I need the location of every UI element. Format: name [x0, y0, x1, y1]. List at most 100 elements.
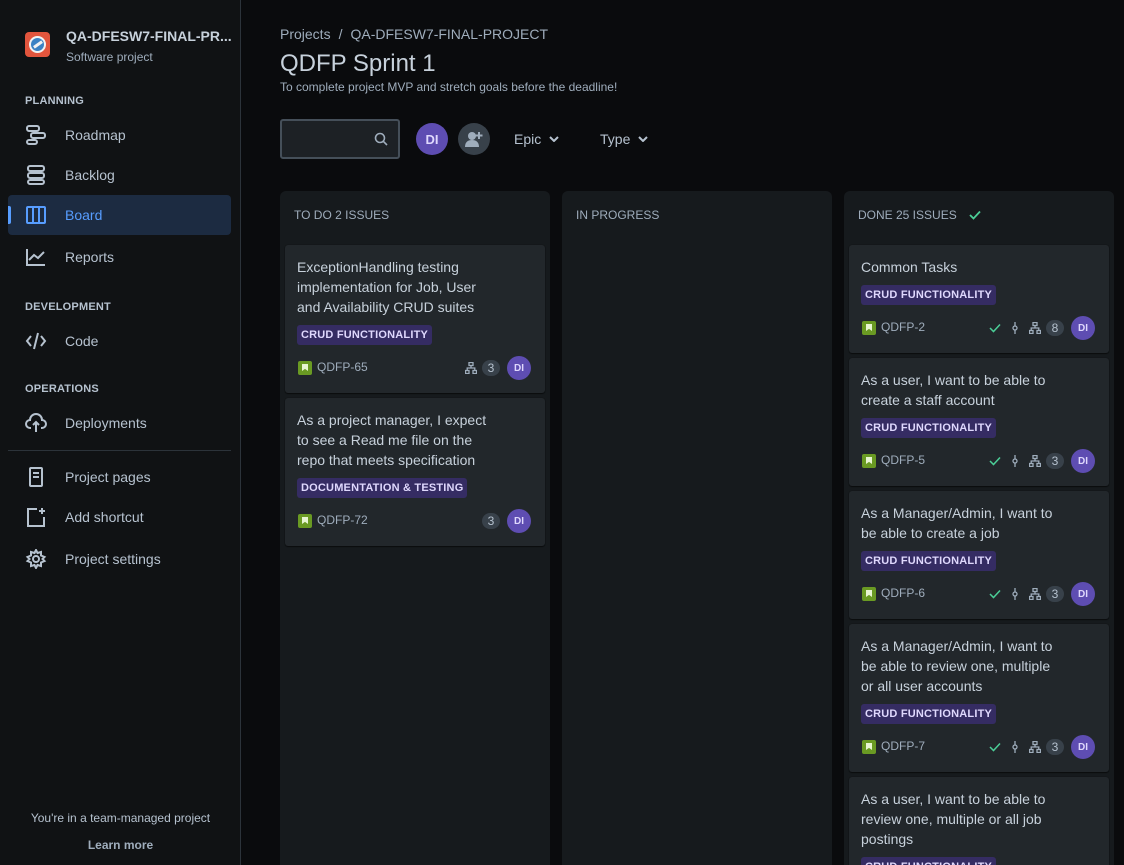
epic-label: CRUD FUNCTIONALITY: [861, 857, 997, 865]
assignee-avatar[interactable]: DI: [1071, 449, 1095, 473]
issue-key[interactable]: QDFP-72: [317, 513, 368, 527]
issue-card[interactable]: ExceptionHandling testing implementation…: [285, 245, 545, 393]
sidebar: QA-DFESW7-FINAL-PR... Software project P…: [0, 0, 241, 865]
sidebar-item-label: Roadmap: [65, 127, 126, 143]
subtask-count: 3: [1046, 586, 1064, 602]
issue-title: As a user, I want to be able to create a…: [861, 372, 1046, 408]
learn-more-link[interactable]: Learn more: [0, 838, 241, 852]
sidebar-item-label: Deployments: [65, 415, 147, 431]
reports-icon: [26, 249, 45, 266]
epic-label: DOCUMENTATION & TESTING: [297, 478, 468, 498]
search-input[interactable]: [280, 119, 400, 159]
commit-icon: [1012, 322, 1018, 334]
project-name: QA-DFESW7-FINAL-PR...: [66, 28, 232, 44]
page-title: QDFP Sprint 1: [280, 50, 436, 77]
assignee-avatar[interactable]: DI: [1071, 582, 1095, 606]
subtask-count: 3: [482, 360, 500, 376]
sidebar-item-label: Reports: [65, 249, 115, 265]
sidebar-item-label: Code: [65, 333, 99, 349]
subtask-count: 3: [1046, 739, 1064, 755]
sidebar-item-reports[interactable]: Reports: [8, 237, 231, 277]
section-operations: OPERATIONS: [25, 383, 99, 395]
issue-key[interactable]: QDFP-5: [881, 453, 925, 467]
epic-label: CRUD FUNCTIONALITY: [861, 704, 997, 724]
story-icon: [298, 514, 312, 528]
sidebar-item-project-pages[interactable]: Project pages: [8, 457, 231, 497]
project-header[interactable]: QA-DFESW7-FINAL-PR... Software project: [25, 28, 232, 64]
sidebar-item-project-settings[interactable]: Project settings: [8, 539, 231, 579]
sidebar-item-deployments[interactable]: Deployments: [8, 403, 231, 443]
story-icon: [298, 361, 312, 375]
column-title: IN PROGRESS: [576, 208, 660, 222]
breadcrumb-projects[interactable]: Projects: [280, 26, 331, 42]
avatar[interactable]: DI: [416, 123, 448, 155]
issue-key[interactable]: QDFP-7: [881, 739, 925, 753]
search-icon: [374, 132, 388, 146]
epic-filter[interactable]: Epic: [514, 123, 559, 155]
section-planning: PLANNING: [25, 95, 85, 107]
issue-card[interactable]: As a Manager/Admin, I want to be able to…: [849, 491, 1109, 619]
issue-title: Common Tasks: [861, 259, 958, 275]
team-managed-note: You're in a team-managed project: [30, 811, 211, 825]
story-icon: [862, 454, 876, 468]
breadcrumb-current[interactable]: QA-DFESW7-FINAL-PROJECT: [350, 26, 548, 42]
assignee-avatar[interactable]: DI: [1071, 735, 1095, 759]
column-header: DONE 25 ISSUES: [858, 208, 981, 222]
sidebar-item-label: Board: [65, 207, 103, 223]
column-title: TO DO 2 ISSUES: [294, 208, 390, 222]
issue-title: As a Manager/Admin, I want to be able to…: [861, 638, 1053, 694]
issue-title: As a user, I want to be able to review o…: [861, 791, 1046, 847]
issue-key[interactable]: QDFP-6: [881, 586, 925, 600]
backlog-icon: [27, 165, 45, 185]
issue-title: As a Manager/Admin, I want to be able to…: [861, 505, 1053, 541]
epic-label: CRUD FUNCTIONALITY: [861, 418, 997, 438]
page-icon: [29, 467, 43, 487]
project-avatar: [25, 32, 50, 57]
issue-card[interactable]: As a user, I want to be able to review o…: [849, 777, 1109, 865]
epic-label: CRUD FUNCTIONALITY: [861, 285, 997, 305]
issue-card[interactable]: As a project manager, I expect to see a …: [285, 398, 545, 546]
roadmap-icon: [26, 125, 46, 145]
check-icon: [989, 589, 1001, 599]
issue-key[interactable]: QDFP-2: [881, 320, 925, 334]
story-icon: [862, 321, 876, 335]
sidebar-item-backlog[interactable]: Backlog: [8, 155, 231, 195]
child-issues-icon: [1029, 741, 1041, 753]
child-issues-icon: [465, 362, 477, 374]
child-issues-icon: [1029, 588, 1041, 600]
column-in-progress: IN PROGRESS: [562, 191, 832, 865]
assignee-avatar[interactable]: DI: [1071, 316, 1095, 340]
sidebar-item-label: Project pages: [65, 469, 151, 485]
board-icon: [26, 206, 46, 224]
issue-card[interactable]: Common Tasks CRUD FUNCTIONALITY QDFP-2 8…: [849, 245, 1109, 353]
check-icon: [989, 323, 1001, 333]
gear-icon: [25, 549, 47, 569]
sidebar-item-code[interactable]: Code: [8, 321, 231, 361]
sidebar-item-add-shortcut[interactable]: Add shortcut: [8, 497, 231, 537]
chevron-down-icon: [549, 136, 559, 142]
story-icon: [862, 740, 876, 754]
check-icon: [969, 210, 981, 220]
add-shortcut-icon: [27, 508, 45, 527]
assignee-avatar[interactable]: DI: [507, 356, 531, 380]
column-todo: TO DO 2 ISSUES ExceptionHandling testing…: [280, 191, 550, 865]
child-issues-icon: [1029, 322, 1041, 334]
issue-card[interactable]: As a user, I want to be able to create a…: [849, 358, 1109, 486]
subtask-count: 3: [482, 513, 500, 529]
child-issues-icon: [1029, 455, 1041, 467]
commit-icon: [1012, 741, 1018, 753]
cloud-upload-icon: [25, 413, 47, 432]
issue-card[interactable]: As a Manager/Admin, I want to be able to…: [849, 624, 1109, 772]
story-icon: [862, 587, 876, 601]
section-development: DEVELOPMENT: [25, 301, 111, 313]
breadcrumb-separator: /: [338, 26, 343, 42]
commit-icon: [1012, 588, 1018, 600]
assignee-avatar[interactable]: DI: [507, 509, 531, 533]
sprint-goal: To complete project MVP and stretch goal…: [280, 80, 618, 94]
sidebar-item-roadmap[interactable]: Roadmap: [8, 115, 231, 155]
subtask-count: 3: [1046, 453, 1064, 469]
type-filter[interactable]: Type: [600, 123, 649, 155]
issue-key[interactable]: QDFP-65: [317, 360, 368, 374]
sidebar-item-board[interactable]: Board: [8, 195, 231, 235]
add-people-button[interactable]: [458, 123, 490, 155]
